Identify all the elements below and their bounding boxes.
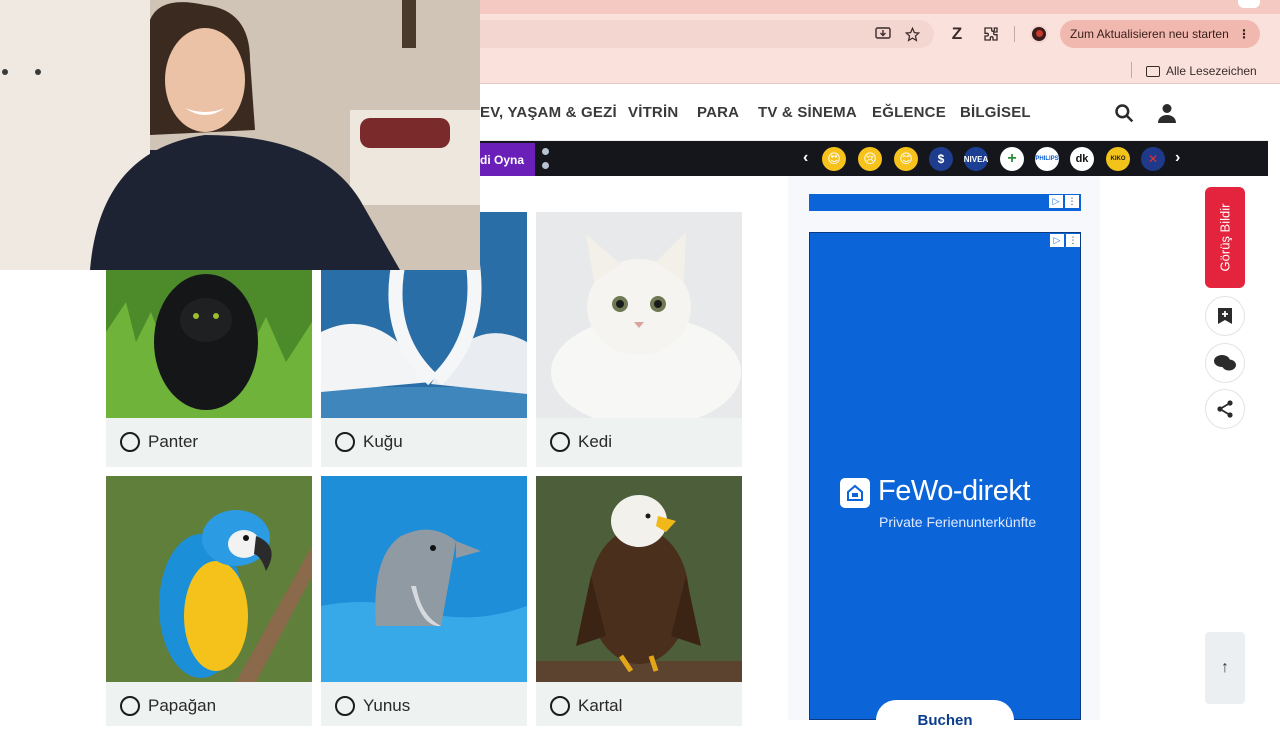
profile-avatar[interactable] — [1030, 25, 1048, 43]
window-control[interactable] — [1238, 0, 1260, 8]
adchoices-icon[interactable]: ▷ — [1049, 195, 1063, 208]
cat-image — [536, 212, 742, 418]
sad-emoji-icon[interactable]: 😢 — [858, 147, 882, 171]
ad-tagline: Private Ferienunterkünfte — [879, 514, 1037, 530]
brand-icon-flag[interactable]: ✕ — [1141, 147, 1165, 171]
toolbar-divider — [1014, 26, 1015, 42]
play-label: di Oyna — [480, 152, 525, 167]
comments-icon[interactable] — [1205, 343, 1245, 383]
dolphin-image — [321, 476, 527, 682]
nav-item-bilgisel[interactable]: BİLGİSEL — [960, 104, 1031, 121]
extensions-puzzle-icon[interactable] — [980, 23, 1002, 45]
more-menu-icon[interactable]: ⋮ — [1238, 27, 1250, 41]
nav-item-eglence[interactable]: EĞLENCE — [872, 104, 946, 121]
folder-icon — [1146, 65, 1160, 77]
quiz-option-card[interactable]: Yunus — [321, 476, 527, 726]
ad-brand-name: FeWo-direkt — [878, 475, 1030, 507]
option-footer[interactable]: Papağan — [106, 682, 312, 730]
radio-button[interactable] — [550, 696, 570, 716]
feedback-label: Görüş Bildir — [1217, 203, 1233, 272]
eagle-image — [536, 476, 742, 682]
ad-menu-icon[interactable]: ⋮ — [1066, 234, 1080, 247]
option-label: Panter — [148, 432, 199, 451]
brand-icon-dk[interactable]: dk — [1070, 147, 1094, 171]
search-icon[interactable] — [1114, 103, 1134, 128]
address-bar[interactable] — [420, 20, 934, 48]
quiz-option-card[interactable]: Papağan — [106, 476, 312, 726]
bookmarks-divider — [1131, 62, 1132, 78]
nav-item-para[interactable]: PARA — [697, 104, 739, 121]
fewo-house-icon — [840, 478, 870, 508]
nav-item-tv-sinema[interactable]: TV & SİNEMA — [758, 104, 857, 121]
radio-button[interactable] — [120, 432, 140, 452]
ad-cta-button[interactable]: Buchen — [876, 700, 1014, 740]
chevron-left-icon[interactable]: ‹ — [803, 149, 808, 167]
heart-eyes-emoji-icon[interactable]: 😍 — [822, 147, 846, 171]
webcam-overlay — [0, 0, 480, 270]
pager-dot — [542, 148, 549, 155]
adchoices-icon[interactable]: ▷ — [1050, 234, 1064, 247]
option-footer[interactable]: Kartal — [536, 682, 742, 730]
radio-button[interactable] — [550, 432, 570, 452]
option-label: Kartal — [578, 696, 623, 715]
radio-button[interactable] — [120, 696, 140, 716]
bookmark-star-icon[interactable] — [901, 23, 923, 45]
restart-button-label: Zum Aktualisieren neu starten — [1070, 27, 1229, 41]
brand-icon-plus[interactable]: + — [1000, 147, 1024, 171]
page-edge — [1268, 85, 1280, 720]
share-icon[interactable] — [1205, 389, 1245, 429]
parrot-image — [106, 476, 312, 682]
restart-to-update-button[interactable]: Zum Aktualisieren neu starten ⋮ — [1060, 20, 1260, 48]
option-label: Kedi — [578, 432, 613, 451]
nav-item-ev-yasam-gezi[interactable]: EV, YAŞAM & GEZİ — [480, 104, 617, 121]
zotero-extension-icon[interactable]: Z — [946, 23, 968, 45]
ad-menu-icon[interactable]: ⋮ — [1065, 195, 1079, 208]
brand-icon-nivea[interactable]: NIVEA — [964, 147, 988, 171]
option-label: Kuğu — [363, 432, 403, 451]
arrow-up-icon: ↑ — [1221, 659, 1229, 676]
smile-emoji-icon[interactable]: 😊 — [894, 147, 918, 171]
option-label: Yunus — [363, 696, 411, 715]
feedback-button[interactable]: Görüş Bildir — [1205, 187, 1245, 288]
option-footer[interactable]: Panter — [106, 418, 312, 466]
all-bookmarks-button[interactable]: Alle Lesezeichen — [1146, 62, 1257, 80]
brand-icon-dollar[interactable]: $ — [929, 147, 953, 171]
user-icon[interactable] — [1158, 103, 1176, 128]
quiz-option-card[interactable]: Kartal — [536, 476, 742, 726]
all-bookmarks-label: Alle Lesezeichen — [1166, 64, 1257, 78]
radio-button[interactable] — [335, 696, 355, 716]
quiz-option-card[interactable]: Kedi — [536, 212, 742, 467]
bookmark-add-icon[interactable] — [1205, 296, 1245, 336]
option-footer[interactable]: Yunus — [321, 682, 527, 730]
ad-banner-small[interactable]: ▷ ⋮ — [809, 194, 1081, 211]
option-footer[interactable]: Kedi — [536, 418, 742, 466]
radio-button[interactable] — [335, 432, 355, 452]
install-app-icon[interactable] — [872, 23, 894, 45]
pager-dot — [542, 162, 549, 169]
chevron-right-icon[interactable]: › — [1175, 149, 1180, 167]
option-footer[interactable]: Kuğu — [321, 418, 527, 466]
scroll-to-top-button[interactable]: ↑ — [1205, 632, 1245, 704]
brand-icon-kiko[interactable]: KIKO — [1106, 147, 1130, 171]
nav-item-vitrin[interactable]: VİTRİN — [628, 104, 678, 121]
brand-icon-philips[interactable]: PHILIPS — [1035, 147, 1059, 171]
option-label: Papağan — [148, 696, 217, 715]
